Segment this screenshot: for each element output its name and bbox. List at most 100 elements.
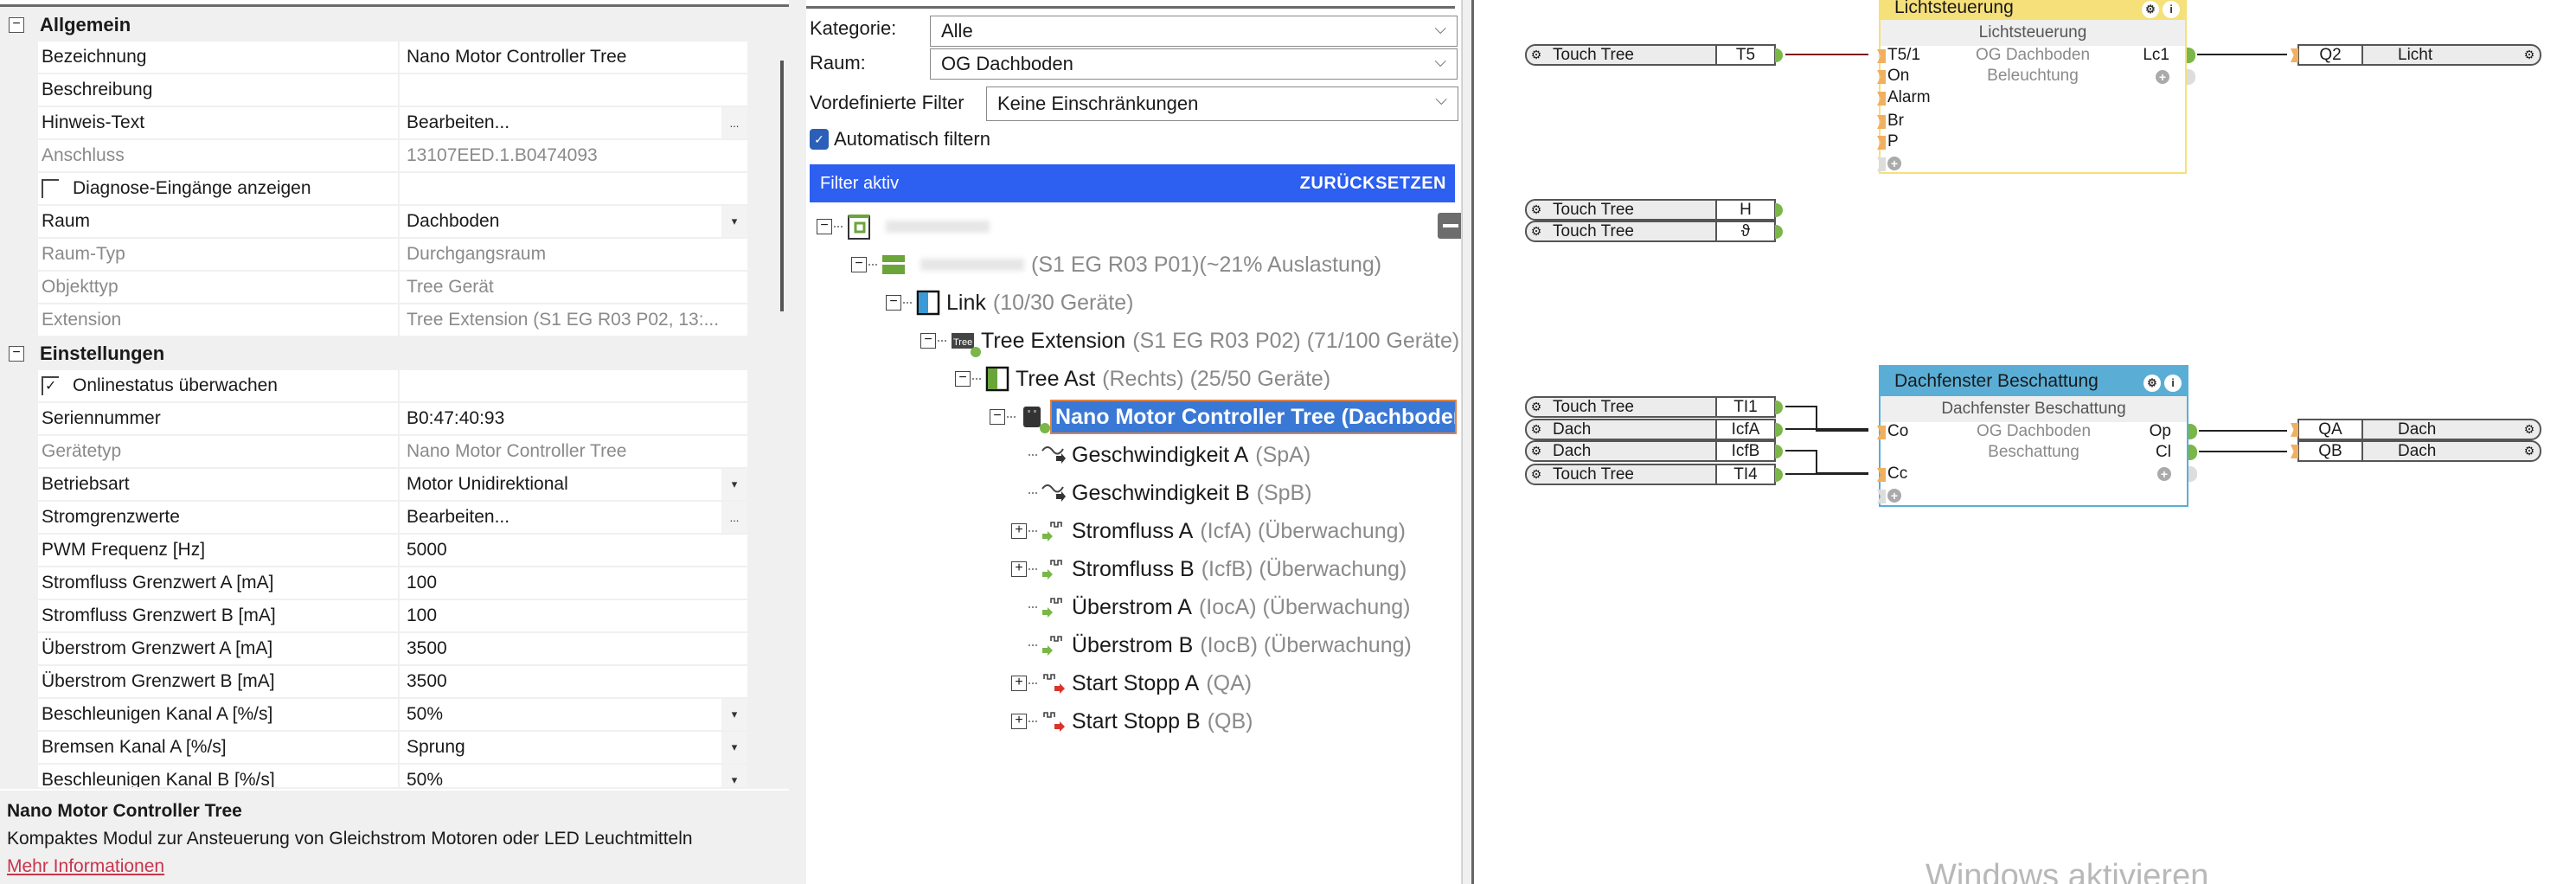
tree-item[interactable]: − xyxy=(817,209,990,244)
property-row[interactable]: Beschleunigen Kanal B [%/s] 50% ▾ xyxy=(38,765,747,787)
input-node[interactable]: ⚙ Dach IcfA xyxy=(1525,419,1783,440)
property-value[interactable] xyxy=(400,74,747,106)
gear-icon[interactable]: ⚙ xyxy=(1527,46,1546,64)
input-node[interactable]: ⚙ Touch Tree ϑ xyxy=(1525,221,1783,242)
predefined-filter-select[interactable]: Keine Einschränkungen ⌵ xyxy=(986,86,1458,121)
dropdown-arrow-icon[interactable]: ▾ xyxy=(721,469,747,500)
section-header[interactable]: − Allgemein xyxy=(0,9,779,42)
panel-splitter[interactable] xyxy=(789,0,806,884)
property-row[interactable]: Überstrom Grenzwert B [mA] 3500 xyxy=(38,666,747,699)
property-value[interactable]: 50% ▾ xyxy=(400,765,747,787)
collapse-icon[interactable]: − xyxy=(920,333,936,349)
info-icon[interactable]: i xyxy=(2163,0,2180,18)
output-node[interactable]: QA Dach ⚙ xyxy=(2291,419,2541,440)
block-input-Br[interactable]: Br xyxy=(1887,112,1904,131)
reset-filter-button[interactable]: ZURÜCKSETZEN xyxy=(1300,174,1446,194)
block-input-Alarm[interactable]: Alarm xyxy=(1887,88,1931,107)
tree-item[interactable]: + Start Stopp B (QB) xyxy=(1011,704,1253,739)
program-canvas[interactable]: Windows aktivieren ⚙ Touch Tree T5 ⚙ Touch T… xyxy=(1474,0,2576,884)
tree-item[interactable]: + Stromfluss A (IcfA) (Überwachung) xyxy=(1011,514,1406,548)
property-value[interactable]: 100 xyxy=(400,567,747,599)
block-header[interactable]: Dachfenster Beschattung ⚙ i xyxy=(1881,367,2187,396)
tree-item[interactable]: Überstrom A (IocA) (Überwachung) xyxy=(1011,590,1410,625)
gear-icon[interactable]: ⚙ xyxy=(2519,442,2540,460)
input-node[interactable]: ⚙ Dach IcfB xyxy=(1525,440,1783,462)
property-value[interactable]: 50% ▾ xyxy=(400,699,747,730)
info-icon[interactable]: i xyxy=(2164,375,2182,392)
property-row[interactable]: Stromgrenzwerte Bearbeiten...... xyxy=(38,502,747,535)
output-node[interactable]: QB Dach ⚙ xyxy=(2291,440,2541,462)
property-row[interactable]: Diagnose-Eingänge anzeigen xyxy=(38,173,747,206)
gear-icon[interactable]: ⚙ xyxy=(1527,222,1546,240)
panel-splitter[interactable] xyxy=(1462,0,1474,884)
property-value[interactable]: Dachboden ▾ xyxy=(400,206,747,237)
property-value[interactable] xyxy=(400,370,747,401)
top-scrollbar[interactable] xyxy=(0,0,789,7)
collapse-icon[interactable]: − xyxy=(886,295,901,311)
input-node[interactable]: ⚙ Touch Tree TI1 xyxy=(1525,396,1783,418)
input-node[interactable]: ⚙ Touch Tree H xyxy=(1525,199,1783,221)
gear-icon[interactable]: ⚙ xyxy=(1527,465,1546,484)
top-scrollbar[interactable] xyxy=(806,0,1455,9)
property-value[interactable]: 5000 xyxy=(400,535,747,566)
property-row[interactable]: Bezeichnung Nano Motor Controller Tree xyxy=(38,42,747,74)
add-output-button[interactable]: + xyxy=(2157,464,2171,484)
tree-item[interactable]: − (S1 EG R03 P01)(~21% Auslastung) xyxy=(851,247,1381,282)
property-row[interactable]: Beschreibung xyxy=(38,74,747,107)
property-row[interactable]: Hinweis-Text Bearbeiten...... xyxy=(38,107,747,140)
collapse-icon[interactable]: − xyxy=(851,257,867,272)
property-value[interactable]: 100 xyxy=(400,600,747,631)
tree-item[interactable]: Überstrom B (IocB) (Überwachung) xyxy=(1011,628,1412,663)
property-row[interactable]: PWM Frequenz [Hz] 5000 xyxy=(38,535,747,567)
property-row[interactable]: Beschleunigen Kanal A [%/s] 50% ▾ xyxy=(38,699,747,732)
input-node[interactable]: ⚙ Touch Tree T5 xyxy=(1525,44,1783,66)
more-info-link[interactable]: Mehr Informationen xyxy=(7,856,164,876)
property-value[interactable]: Sprung ▾ xyxy=(400,732,747,763)
tree-item[interactable]: + Stromfluss B (IcfB) (Überwachung) xyxy=(1011,552,1407,586)
input-node[interactable]: ⚙ Touch Tree TI4 xyxy=(1525,464,1783,485)
property-row[interactable]: Stromfluss Grenzwert A [mA] 100 xyxy=(38,567,747,600)
gear-icon[interactable]: ⚙ xyxy=(1527,442,1546,460)
expand-icon[interactable]: + xyxy=(1011,714,1027,729)
checkbox[interactable] xyxy=(42,179,59,198)
function-block[interactable]: Lichtsteuerung ⚙ i Lichtsteuerung T5/1 On Alar… xyxy=(1879,0,2195,174)
property-value[interactable]: Motor Unidirektional ▾ xyxy=(400,469,747,500)
function-block[interactable]: Dachfenster Beschattung ⚙ i Dachfenster Bes… xyxy=(1879,365,2197,507)
add-input-button[interactable]: + xyxy=(1887,154,1901,173)
auto-filter-checkbox[interactable]: ✓ Automatisch filtern xyxy=(810,128,990,151)
collapse-icon[interactable]: − xyxy=(9,346,24,362)
wire[interactable] xyxy=(1785,406,1868,432)
gear-icon[interactable]: ⚙ xyxy=(2519,420,2540,439)
tree-item[interactable]: − Tree Ast (Rechts) (25/50 Geräte) xyxy=(955,362,1330,396)
checkbox[interactable]: ✓ xyxy=(42,376,59,395)
collapse-icon[interactable]: − xyxy=(955,371,971,387)
property-value[interactable]: 3500 xyxy=(400,633,747,664)
block-header[interactable]: Lichtsteuerung ⚙ i xyxy=(1881,0,2185,20)
gear-icon[interactable]: ⚙ xyxy=(2519,46,2540,64)
tree-item[interactable]: Geschwindigkeit A (SpA) xyxy=(1011,438,1310,472)
ellipsis-button[interactable]: ... xyxy=(721,107,747,138)
raum-select[interactable]: OG Dachboden ⌵ xyxy=(930,48,1458,80)
tree-item[interactable]: + Start Stopp A (QA) xyxy=(1011,666,1252,701)
block-input-P[interactable]: P xyxy=(1887,132,1899,151)
block-input-Cc[interactable]: Cc xyxy=(1887,464,1907,484)
property-row[interactable]: Stromfluss Grenzwert B [mA] 100 xyxy=(38,600,747,633)
property-value[interactable]: Nano Motor Controller Tree xyxy=(400,42,747,73)
property-value[interactable]: 3500 xyxy=(400,666,747,697)
gear-icon[interactable]: ⚙ xyxy=(1527,201,1546,219)
kategorie-select[interactable]: Alle ⌵ xyxy=(930,16,1458,47)
dropdown-arrow-icon[interactable]: ▾ xyxy=(721,765,747,787)
dropdown-arrow-icon[interactable]: ▾ xyxy=(721,732,747,763)
tree-item[interactable]: − Link (10/30 Geräte) xyxy=(886,285,1133,320)
property-grid-scrollbar[interactable] xyxy=(780,61,784,311)
property-value[interactable]: Bearbeiten...... xyxy=(400,502,747,533)
dropdown-arrow-icon[interactable]: ▾ xyxy=(721,699,747,730)
collapse-icon[interactable]: − xyxy=(9,17,24,33)
expand-icon[interactable]: + xyxy=(1011,676,1027,691)
expand-icon[interactable]: + xyxy=(1011,523,1027,539)
tree-item[interactable]: − Tree Tree Extension (S1 EG R03 P02) (71/1… xyxy=(920,323,1459,358)
gear-icon[interactable]: ⚙ xyxy=(2142,0,2159,18)
property-row[interactable]: Betriebsart Motor Unidirektional ▾ xyxy=(38,469,747,502)
wire[interactable] xyxy=(1785,450,1868,474)
add-input-button[interactable]: + xyxy=(1887,486,1901,505)
